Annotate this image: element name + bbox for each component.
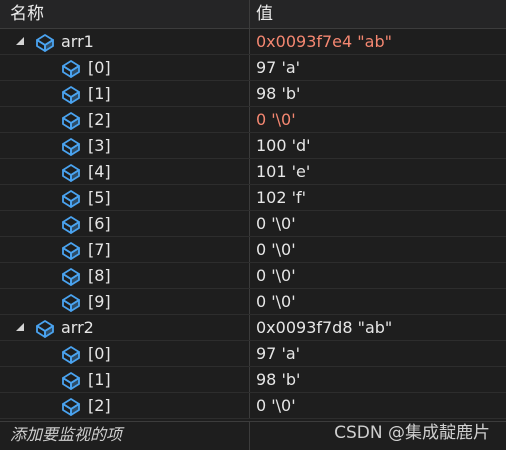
table-row[interactable]: arr1 0x0093f7e4 "ab" xyxy=(0,29,506,55)
object-icon xyxy=(60,240,82,260)
name-cell[interactable]: [2] xyxy=(0,107,250,132)
name-cell[interactable]: [5] xyxy=(0,185,250,210)
table-row[interactable]: [1] 98 'b' xyxy=(0,81,506,107)
name-cell[interactable]: [2] xyxy=(0,393,250,418)
column-header: 名称 值 xyxy=(0,0,506,29)
variable-value[interactable]: 0 '\0' xyxy=(250,237,506,262)
table-row[interactable]: [1] 98 'b' xyxy=(0,367,506,393)
object-icon xyxy=(34,32,56,52)
name-cell[interactable]: arr1 xyxy=(0,29,250,54)
name-cell[interactable]: [8] xyxy=(0,263,250,288)
object-icon xyxy=(60,58,82,78)
variable-value[interactable]: 98 'b' xyxy=(250,81,506,106)
expand-collapse-icon[interactable] xyxy=(12,29,28,54)
variable-value[interactable]: 0x0093f7e4 "ab" xyxy=(250,29,506,54)
object-icon xyxy=(60,292,82,312)
object-icon xyxy=(60,136,82,156)
name-column-header[interactable]: 名称 xyxy=(0,0,250,28)
name-cell[interactable]: [4] xyxy=(0,159,250,184)
value-column-header[interactable]: 值 xyxy=(250,0,506,28)
object-icon xyxy=(60,396,82,416)
watermark: CSDN @集成靛鹿片 xyxy=(334,423,490,443)
variable-name: arr2 xyxy=(61,318,94,337)
table-row[interactable]: [8] 0 '\0' xyxy=(0,263,506,289)
variable-value[interactable]: 0x0093f7d8 "ab" xyxy=(250,315,506,340)
variable-name: [0] xyxy=(88,344,111,363)
table-row[interactable]: [0] 97 'a' xyxy=(0,341,506,367)
variable-name: [3] xyxy=(88,136,111,155)
variable-value[interactable]: 101 'e' xyxy=(250,159,506,184)
variable-name: [6] xyxy=(88,214,111,233)
variable-name: [0] xyxy=(88,58,111,77)
table-row[interactable]: [9] 0 '\0' xyxy=(0,289,506,315)
name-cell[interactable]: [0] xyxy=(0,341,250,366)
table-row[interactable]: [5] 102 'f' xyxy=(0,185,506,211)
object-icon xyxy=(34,318,56,338)
variable-value[interactable]: 0 '\0' xyxy=(250,289,506,314)
table-row[interactable]: [2] 0 '\0' xyxy=(0,107,506,133)
object-icon xyxy=(60,110,82,130)
variable-name: [1] xyxy=(88,84,111,103)
name-cell[interactable]: [0] xyxy=(0,55,250,80)
add-watch-placeholder[interactable]: 添加要监视的项 xyxy=(0,422,250,450)
name-cell[interactable]: [1] xyxy=(0,81,250,106)
object-icon xyxy=(60,266,82,286)
variable-value[interactable]: 0 '\0' xyxy=(250,393,506,418)
name-cell[interactable]: [1] xyxy=(0,367,250,392)
variable-name: [7] xyxy=(88,240,111,259)
variable-value[interactable]: 97 'a' xyxy=(250,55,506,80)
variable-name: [1] xyxy=(88,370,111,389)
variable-value[interactable]: 98 'b' xyxy=(250,367,506,392)
variable-name: [9] xyxy=(88,292,111,311)
name-cell[interactable]: [6] xyxy=(0,211,250,236)
object-icon xyxy=(60,370,82,390)
variable-name: [5] xyxy=(88,188,111,207)
variable-name: arr1 xyxy=(61,32,94,51)
table-row[interactable]: [0] 97 'a' xyxy=(0,55,506,81)
name-cell[interactable]: [7] xyxy=(0,237,250,262)
variable-value[interactable]: 102 'f' xyxy=(250,185,506,210)
watch-rows: arr1 0x0093f7e4 "ab" [0] 97 'a' [1] 98 'b' [2]… xyxy=(0,29,506,419)
variable-name: [2] xyxy=(88,110,111,129)
variable-value[interactable]: 0 '\0' xyxy=(250,263,506,288)
variable-name: [8] xyxy=(88,266,111,285)
variable-name: [4] xyxy=(88,162,111,181)
object-icon xyxy=(60,344,82,364)
variable-value[interactable]: 100 'd' xyxy=(250,133,506,158)
table-row[interactable]: [3] 100 'd' xyxy=(0,133,506,159)
table-row[interactable]: [7] 0 '\0' xyxy=(0,237,506,263)
name-cell[interactable]: [3] xyxy=(0,133,250,158)
variable-value[interactable]: 97 'a' xyxy=(250,341,506,366)
name-cell[interactable]: [9] xyxy=(0,289,250,314)
table-row[interactable]: [4] 101 'e' xyxy=(0,159,506,185)
object-icon xyxy=(60,84,82,104)
table-row[interactable]: arr2 0x0093f7d8 "ab" xyxy=(0,315,506,341)
variable-value[interactable]: 0 '\0' xyxy=(250,211,506,236)
watch-window: 名称 值 arr1 0x0093f7e4 "ab" [0] 97 'a' [1] 98 '… xyxy=(0,0,506,450)
object-icon xyxy=(60,214,82,234)
expand-collapse-icon[interactable] xyxy=(12,315,28,340)
name-cell[interactable]: arr2 xyxy=(0,315,250,340)
object-icon xyxy=(60,162,82,182)
object-icon xyxy=(60,188,82,208)
table-row[interactable]: [2] 0 '\0' xyxy=(0,393,506,419)
variable-name: [2] xyxy=(88,396,111,415)
table-row[interactable]: [6] 0 '\0' xyxy=(0,211,506,237)
variable-value[interactable]: 0 '\0' xyxy=(250,107,506,132)
